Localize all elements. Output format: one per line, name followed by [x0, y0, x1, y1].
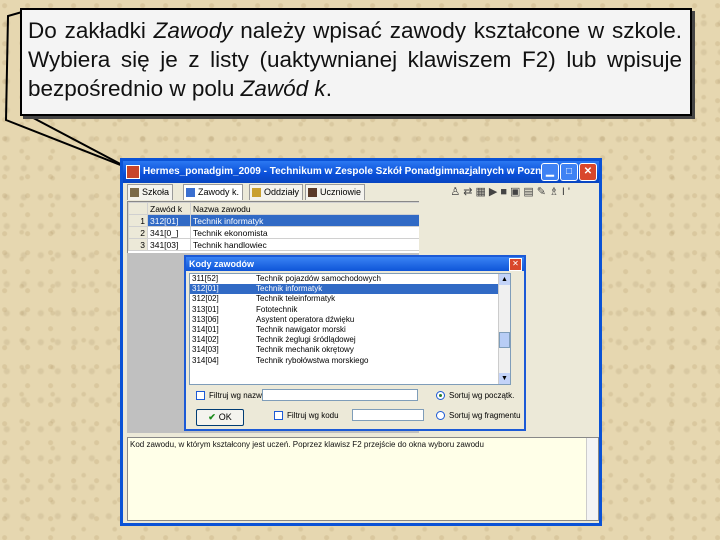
filter-code-input[interactable]	[352, 409, 424, 421]
minimize-button[interactable]: ▁	[541, 163, 559, 181]
application-window: Hermes_ponadgim_2009 - Technikum w Zespo…	[120, 158, 602, 526]
table-row[interactable]: 2 341[0_] Technik ekonomista	[128, 226, 420, 239]
student-icon	[308, 188, 317, 197]
profession-icon	[186, 188, 195, 197]
window-title: Hermes_ponadgim_2009 - Technikum w Zespo…	[143, 166, 556, 177]
list-item-name: Fototechnik	[256, 304, 298, 314]
list-item-name: Technik żeglugi śródlądowej	[256, 335, 356, 345]
list-item-name: Technik informatyk	[256, 284, 323, 294]
profession-codes-list[interactable]: 311[52] Technik pojazdów samochodowych 312…	[189, 273, 511, 385]
list-item-code: 314[01]	[192, 324, 219, 334]
list-item-code: 313[06]	[192, 314, 219, 324]
column-header-code[interactable]: Zawód k	[147, 202, 191, 215]
ok-button[interactable]: ✔ OK	[196, 409, 244, 426]
callout-box: Do zakładki Zawody należy wpisać zawody …	[20, 8, 692, 116]
list-item-code: 314[03]	[192, 345, 219, 355]
list-item-code: 314[04]	[192, 355, 219, 365]
list-item[interactable]: 313[01] Fototechnik	[190, 305, 510, 315]
close-button[interactable]: ✕	[579, 163, 597, 181]
list-item-name: Technik mechanik okrętowy	[256, 345, 354, 355]
list-item-code: 311[52]	[192, 274, 219, 283]
tab-oddzialy[interactable]: Oddziały	[249, 184, 304, 200]
filter-name-input[interactable]	[262, 389, 418, 401]
sort-code-radio[interactable]	[436, 391, 445, 400]
professions-grid[interactable]: Zawód k Nazwa zawodu 1 312[01] Technik i…	[127, 201, 421, 255]
list-item-code: 314[02]	[192, 335, 219, 345]
list-item-code: 312[02]	[192, 294, 219, 304]
list-item[interactable]: 314[01] Technik nawigator morski	[190, 325, 510, 335]
tab-uczniowie[interactable]: Uczniowie	[305, 184, 366, 200]
checkmark-icon: ✔	[208, 412, 216, 422]
callout-text: Do zakładki Zawody należy wpisać zawody …	[28, 18, 682, 101]
list-item[interactable]: 312[02] Technik teleinformatyk	[190, 294, 510, 304]
dialog-title: Kody zawodów	[186, 257, 524, 271]
school-icon	[130, 188, 139, 197]
class-icon	[252, 188, 261, 197]
tab-szkola[interactable]: Szkoła	[127, 184, 174, 200]
filter-code-checkbox[interactable]	[274, 411, 283, 420]
maximize-button[interactable]: □	[560, 163, 578, 181]
column-header-name[interactable]: Nazwa zawodu	[190, 202, 420, 215]
sort-code-label: Sortuj wg początk.	[449, 391, 515, 400]
table-row[interactable]: 1 312[01] Technik informatyk	[128, 214, 420, 227]
dialog-close-button[interactable]: ✕	[509, 258, 522, 271]
table-row[interactable]: 3 341[03] Technik handlowiec	[128, 238, 420, 251]
filter-code-label: Filtruj wg kodu	[287, 411, 339, 420]
list-item-code: 312[01]	[192, 284, 219, 294]
list-item-name: Technik pojazdów samochodowych	[256, 274, 381, 283]
profession-codes-dialog: Kody zawodów ✕ 311[52] Technik pojazdów s…	[184, 255, 526, 431]
toolbar: Szkoła Zawody k. Oddziały Uczniowie ♙⇄▦▶…	[125, 183, 597, 201]
field-hint: Kod zawodu, w którym kształcony jest ucz…	[127, 437, 599, 521]
sort-fragment-label: Sortuj wg fragmentu	[449, 411, 521, 420]
hint-scrollbar[interactable]	[586, 438, 598, 520]
app-icon	[126, 165, 140, 179]
list-item-name: Asystent operatora dźwięku	[256, 314, 355, 324]
list-item[interactable]: 311[52] Technik pojazdów samochodowych	[190, 274, 510, 284]
scroll-thumb[interactable]	[499, 332, 510, 348]
list-scrollbar[interactable]: ▲ ▼	[498, 274, 510, 384]
list-item-name: Technik teleinformatyk	[256, 294, 336, 304]
scroll-up-icon[interactable]: ▲	[499, 274, 510, 285]
list-item-name: Technik rybołówstwa morskiego	[256, 355, 369, 365]
list-item-name: Technik nawigator morski	[256, 324, 346, 334]
list-item[interactable]: 314[04] Technik rybołówstwa morskiego	[190, 356, 510, 366]
tab-zawody[interactable]: Zawody k.	[183, 184, 244, 200]
window-titlebar: Hermes_ponadgim_2009 - Technikum w Zespo…	[123, 161, 599, 183]
filter-name-checkbox[interactable]	[196, 391, 205, 400]
list-item[interactable]: 314[02] Technik żeglugi śródlądowej	[190, 335, 510, 345]
list-item[interactable]: 314[03] Technik mechanik okrętowy	[190, 345, 510, 355]
sort-fragment-radio[interactable]	[436, 411, 445, 420]
hint-text: Kod zawodu, w którym kształcony jest ucz…	[130, 440, 484, 449]
tool-icons[interactable]: ♙⇄▦▶■▣▤✎♗I'	[450, 185, 573, 198]
list-item[interactable]: 313[06] Asystent operatora dźwięku	[190, 315, 510, 325]
scroll-down-icon[interactable]: ▼	[499, 373, 510, 384]
list-item-code: 313[01]	[192, 304, 219, 314]
list-item[interactable]: 312[01] Technik informatyk	[190, 284, 510, 295]
filter-name-label: Filtruj wg nazwy	[209, 391, 266, 400]
